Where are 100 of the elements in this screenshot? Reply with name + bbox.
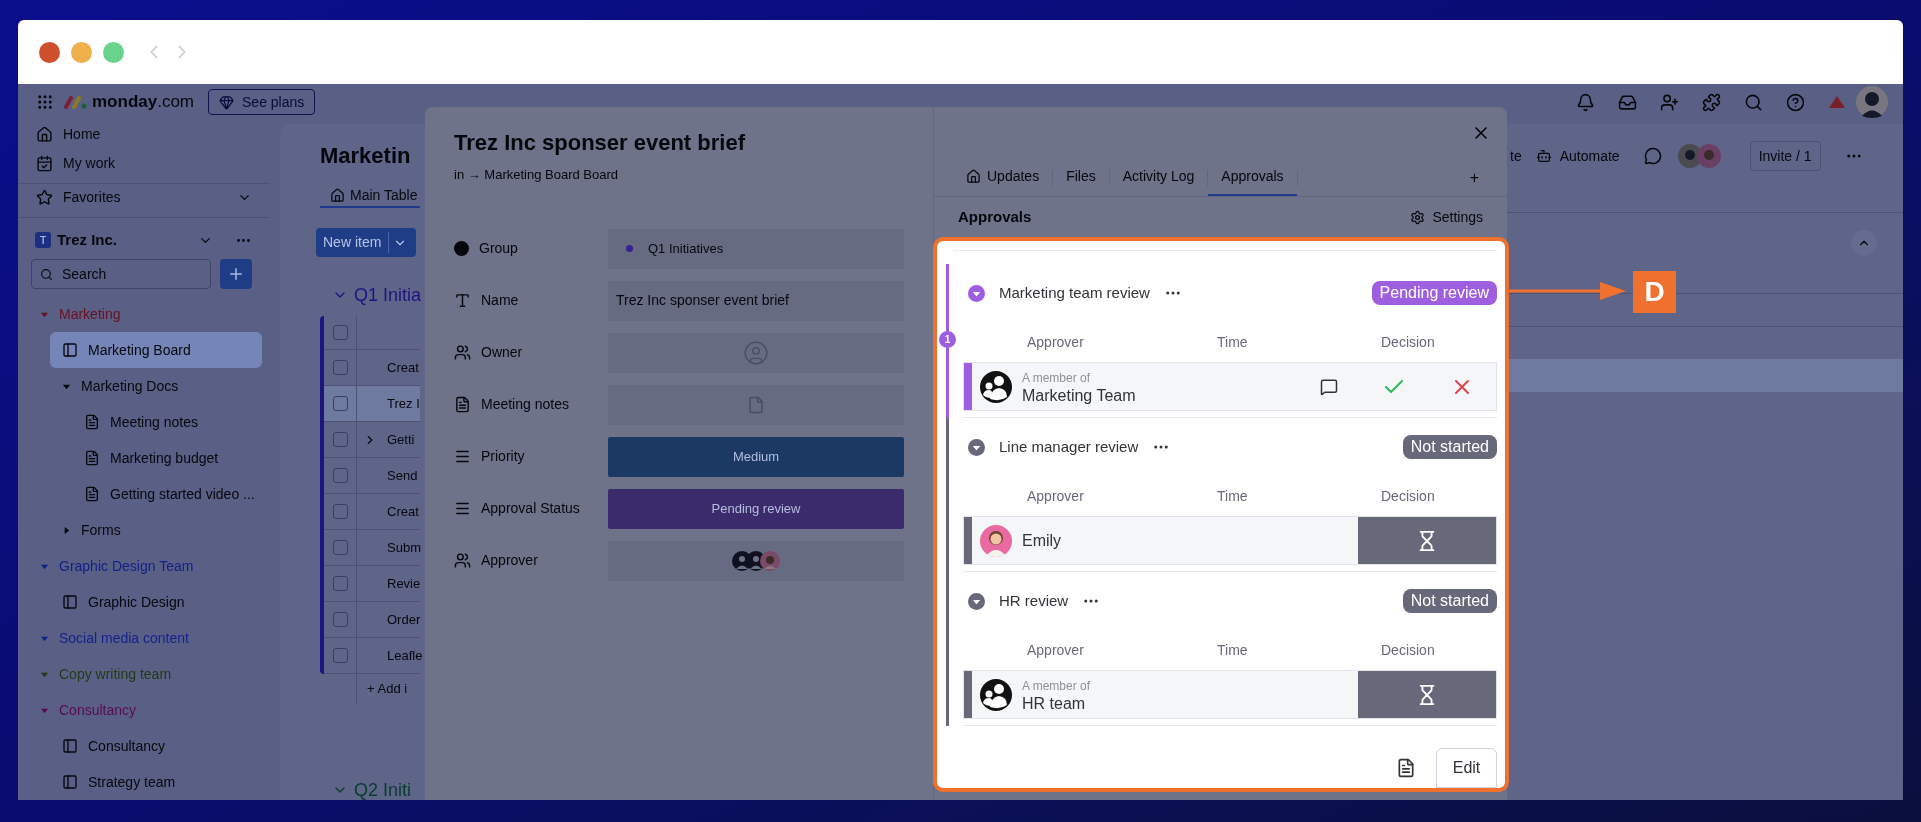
robot-icon (1535, 148, 1552, 164)
caret-icon[interactable] (968, 438, 985, 456)
inbox-icon[interactable] (1618, 92, 1637, 112)
workspace-name[interactable]: Trez Inc. (57, 228, 118, 252)
sidebar-item[interactable]: Meeting notes (72, 404, 262, 440)
board-icon (62, 342, 78, 358)
checkbox[interactable] (332, 468, 348, 483)
triangle-icon[interactable] (1828, 95, 1846, 109)
maximize-window-button[interactable] (103, 41, 124, 63)
checkbox[interactable] (332, 360, 348, 375)
chat-icon[interactable] (1643, 147, 1662, 165)
row-accent (964, 671, 972, 718)
favorites-item[interactable]: Favorites (18, 183, 270, 213)
checkbox[interactable] (332, 396, 348, 411)
user-avatar[interactable] (1856, 86, 1888, 118)
table-row[interactable]: Subm (324, 530, 420, 566)
document-icon[interactable] (1396, 758, 1416, 778)
puzzle-icon[interactable] (1702, 92, 1721, 112)
add-item-link[interactable]: + Add i (367, 674, 408, 704)
caret-icon[interactable] (62, 525, 71, 535)
checkbox[interactable] (332, 540, 348, 555)
nav-item[interactable]: My work (18, 148, 270, 178)
checkbox[interactable] (332, 576, 348, 591)
checkbox[interactable] (332, 325, 348, 340)
settings-button[interactable]: Settings (1410, 206, 1483, 228)
status-label[interactable]: Medium (608, 436, 904, 477)
approver-name: HR team (1022, 694, 1087, 713)
column-header: Approver (1027, 486, 1085, 506)
caret-icon[interactable] (968, 592, 985, 610)
sidebar-item[interactable]: Strategy team (50, 764, 262, 800)
item-name: Creat (387, 358, 419, 377)
checkbox[interactable] (332, 648, 348, 663)
folder-item[interactable]: Marketing (28, 296, 262, 332)
checkbox[interactable] (332, 612, 348, 627)
integrate-link[interactable]: te (1510, 145, 1522, 167)
board-icon (62, 594, 78, 610)
apps-grid-icon[interactable] (36, 93, 54, 111)
tab[interactable]: Approvals (1208, 159, 1297, 196)
checkbox[interactable] (332, 432, 348, 447)
column-header: Time (1217, 640, 1249, 660)
folder-item[interactable]: Social media content (28, 620, 262, 656)
status-label[interactable]: Pending review (608, 488, 904, 529)
collapse-button[interactable] (1851, 230, 1877, 256)
table-row[interactable]: Send (324, 458, 420, 494)
item-name: Revie (387, 574, 421, 593)
name-field[interactable]: Trez Inc sponser event brief (608, 280, 904, 321)
add-tab-button[interactable]: + (1469, 159, 1479, 196)
sidebar-item[interactable]: Marketing budget (72, 440, 262, 476)
see-plans-button[interactable]: See plans (208, 89, 316, 115)
board-tab[interactable]: Main Table (320, 184, 420, 208)
add-button[interactable] (220, 259, 252, 289)
file-field[interactable] (608, 384, 904, 425)
comment-icon[interactable] (1320, 377, 1338, 396)
sidebar-item[interactable]: Graphic Design (50, 584, 262, 620)
table-row[interactable]: Leafle (324, 638, 420, 674)
table-row[interactable]: Order (324, 602, 420, 638)
avatar-stack (731, 549, 781, 572)
table-row[interactable]: Creat (324, 494, 420, 530)
group-value[interactable]: Q1 Initiatives (608, 228, 904, 269)
search-field[interactable]: Search (31, 259, 211, 289)
folder-item[interactable]: Graphic Design Team (28, 548, 262, 584)
help-icon[interactable] (1786, 92, 1805, 112)
sidebar-item[interactable]: Marketing Board (50, 332, 262, 368)
table-row[interactable]: Getti (324, 422, 420, 458)
checkbox[interactable] (332, 504, 348, 519)
nav-item[interactable]: Home (18, 120, 270, 149)
table-row[interactable]: Trez I (324, 386, 420, 422)
owner-field[interactable] (608, 332, 904, 373)
folder-item[interactable]: Copy writing team (28, 656, 262, 692)
stage-title: Marketing team review (999, 282, 1150, 303)
people-icon (454, 344, 471, 361)
approver-field[interactable] (608, 540, 904, 581)
row-accent (964, 363, 972, 410)
edit-button[interactable]: Edit (1436, 748, 1497, 788)
tab[interactable]: Updates (953, 159, 1053, 196)
field-label: Name (481, 291, 519, 310)
automate-button[interactable]: Automate (1535, 145, 1620, 167)
tab[interactable]: Files (1053, 159, 1109, 196)
table-row[interactable]: Revie (324, 566, 420, 602)
star-icon (36, 189, 53, 207)
sidebar-item[interactable]: Getting started video ... (72, 476, 262, 512)
caret-icon[interactable] (968, 284, 985, 302)
minimize-window-button[interactable] (71, 41, 92, 63)
bell-icon[interactable] (1576, 92, 1595, 112)
field-label: Group (479, 239, 518, 258)
new-item-button[interactable]: New item (316, 228, 416, 257)
folder-item[interactable]: Forms (50, 512, 262, 548)
tab[interactable]: Activity Log (1109, 159, 1208, 196)
column-header: Decision (1381, 486, 1435, 506)
search-icon[interactable] (1744, 92, 1763, 112)
folder-item[interactable]: Marketing Docs (50, 368, 262, 404)
document-icon (84, 414, 100, 430)
invite-button[interactable]: Invite / 1 (1749, 141, 1821, 171)
folder-item[interactable]: Consultancy (28, 692, 262, 728)
home-icon (36, 125, 53, 143)
sidebar-item[interactable]: Consultancy (50, 728, 262, 764)
board-icon (62, 738, 78, 754)
invite-icon[interactable] (1660, 92, 1679, 112)
close-window-button[interactable] (39, 41, 60, 63)
person-icon (743, 339, 769, 366)
